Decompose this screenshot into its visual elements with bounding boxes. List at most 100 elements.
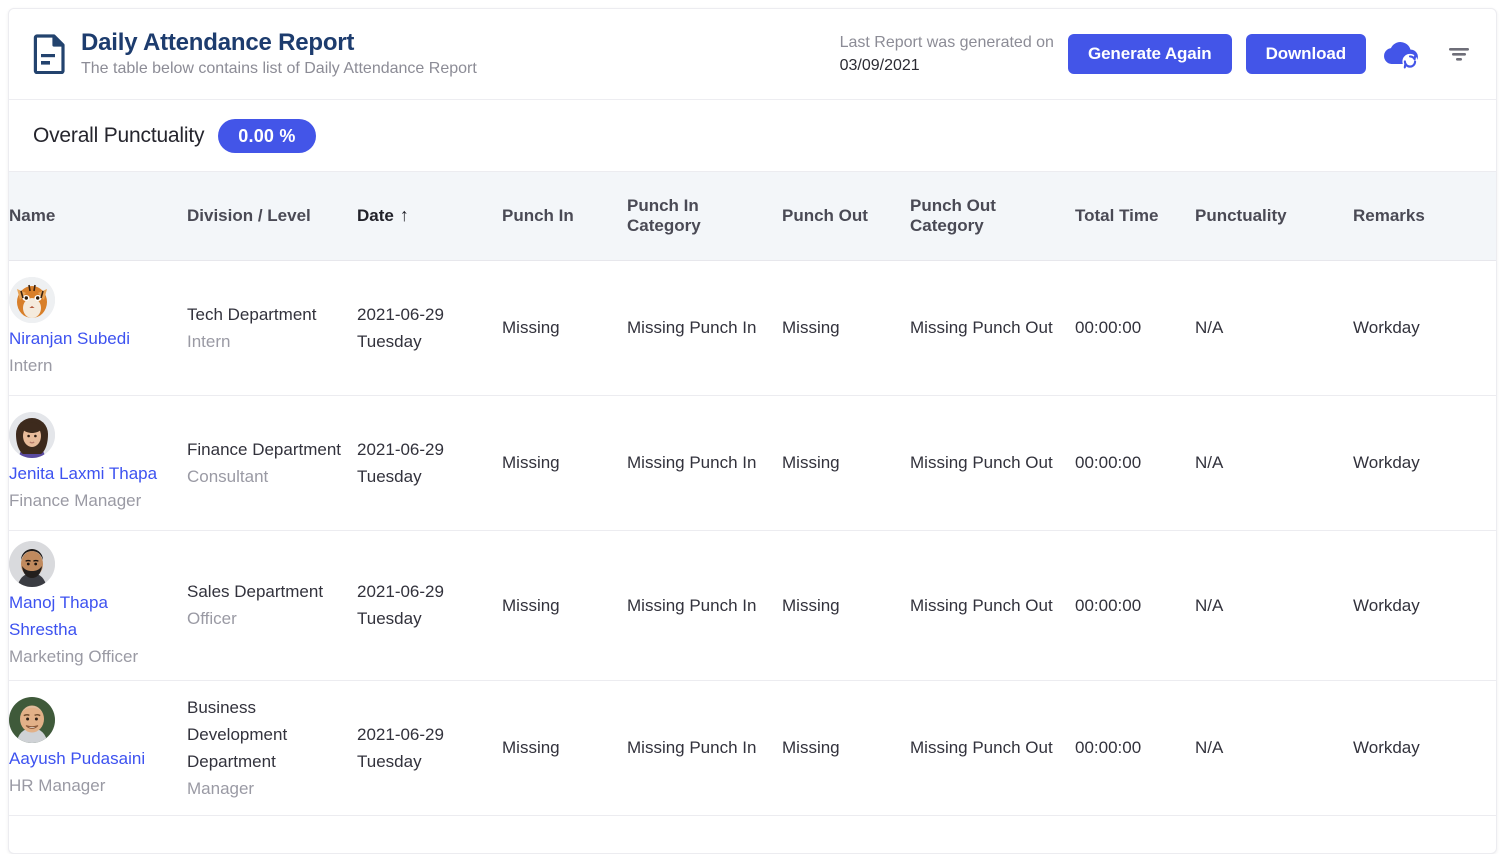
- cell-date: 2021-06-29 Tuesday: [357, 680, 502, 816]
- overall-punctuality-bar: Overall Punctuality 0.00 %: [9, 100, 1496, 172]
- cell-punch-in-category: Missing Punch In: [627, 260, 782, 396]
- cell-name: Niranjan Subedi Intern: [9, 260, 187, 396]
- employee-role: Marketing Officer: [9, 646, 139, 666]
- overall-punctuality-badge: 0.00 %: [218, 118, 316, 153]
- cell-name: Manoj Thapa Shrestha Marketing Officer: [9, 530, 187, 681]
- filter-icon[interactable]: [1444, 39, 1474, 69]
- cell-remarks: Workday: [1353, 395, 1496, 531]
- column-header-division-level[interactable]: Division / Level: [187, 172, 357, 261]
- cell-date: 2021-06-29 Tuesday: [357, 530, 502, 681]
- column-header-punctuality[interactable]: Punctuality: [1195, 172, 1353, 261]
- level-value: Officer: [187, 609, 237, 628]
- cell-punch-in: Missing: [502, 395, 627, 531]
- employee-role: Finance Manager: [9, 490, 142, 510]
- day-value: Tuesday: [357, 609, 422, 628]
- column-header-punch-in[interactable]: Punch In: [502, 172, 627, 261]
- employee-name-link[interactable]: Niranjan Subedi: [9, 325, 177, 352]
- column-header-punch-out-category[interactable]: Punch Out Category: [910, 172, 1075, 261]
- last-report-info: Last Report was generated on 03/09/2021: [840, 31, 1054, 77]
- table-row[interactable]: Niranjan Subedi Intern Tech Department Inte…: [9, 260, 1496, 396]
- cell-punch-in: Missing: [502, 530, 627, 681]
- division-value: Sales Department: [187, 582, 324, 601]
- table-row[interactable]: Aayush Pudasaini HR Manager Business Devel…: [9, 680, 1496, 816]
- avatar: [9, 411, 55, 458]
- table-header: Name Division / Level Date ↑ Punch In Pun…: [9, 172, 1496, 261]
- date-value: 2021-06-29: [357, 304, 444, 324]
- cell-punch-out: Missing: [782, 260, 910, 396]
- cell-punch-in-category: Missing Punch In: [627, 530, 782, 681]
- date-value: 2021-06-29: [357, 724, 444, 744]
- last-report-label: Last Report was generated on: [839, 34, 1054, 51]
- avatar: [9, 696, 55, 743]
- report-card: Daily Attendance Report The table below …: [8, 8, 1497, 854]
- page-title: Daily Attendance Report: [81, 29, 355, 56]
- day-value: Tuesday: [357, 751, 422, 771]
- cell-division-level: Tech Department Intern: [187, 260, 357, 396]
- avatar: [9, 540, 55, 587]
- overall-punctuality-label: Overall Punctuality: [33, 123, 205, 147]
- date-value: 2021-06-29: [357, 439, 444, 459]
- cloud-sync-icon[interactable]: [1380, 37, 1422, 71]
- table-body: Niranjan Subedi Intern Tech Department Inte…: [9, 260, 1496, 816]
- cell-punctuality: N/A: [1195, 530, 1353, 681]
- cell-division-level: Finance Department Consultant: [187, 395, 357, 531]
- cell-punch-in: Missing: [502, 680, 627, 816]
- last-report-date: 03/09/2021: [839, 57, 920, 74]
- cell-division-level: Business Development Department Manager: [187, 680, 357, 816]
- day-value: Tuesday: [357, 466, 422, 486]
- page-root: Daily Attendance Report The table below …: [0, 0, 1505, 854]
- division-value: Tech Department: [187, 304, 317, 324]
- table-header-row: Name Division / Level Date ↑ Punch In Pun…: [9, 172, 1496, 261]
- cell-punctuality: N/A: [1195, 260, 1353, 396]
- sort-arrow-icon: ↑: [399, 205, 409, 226]
- table-row[interactable]: Manoj Thapa Shrestha Marketing Officer Sal…: [9, 530, 1496, 681]
- table-row[interactable]: Jenita Laxmi Thapa Finance Manager Finance…: [9, 395, 1496, 531]
- cell-punch-out-category: Missing Punch Out: [910, 680, 1075, 816]
- cell-punch-out: Missing: [782, 530, 910, 681]
- division-value: Business Development Department: [187, 697, 288, 771]
- cell-punch-in-category: Missing Punch In: [627, 395, 782, 531]
- cell-total-time: 00:00:00: [1075, 395, 1195, 531]
- cell-punch-out: Missing: [782, 680, 910, 816]
- cell-punch-out: Missing: [782, 395, 910, 531]
- column-header-punch-in-category[interactable]: Punch In Category: [627, 172, 782, 261]
- cell-punch-out-category: Missing Punch Out: [910, 530, 1075, 681]
- cell-total-time: 00:00:00: [1075, 530, 1195, 681]
- title-block: Daily Attendance Report The table below …: [81, 29, 477, 79]
- level-value: Consultant: [187, 466, 269, 486]
- employee-role: HR Manager: [9, 775, 106, 795]
- cell-punch-out-category: Missing Punch Out: [910, 260, 1075, 396]
- column-header-date-label: Date: [357, 206, 394, 226]
- cell-punch-in-category: Missing Punch In: [627, 680, 782, 816]
- column-header-date[interactable]: Date ↑: [357, 172, 502, 261]
- cell-punch-in: Missing: [502, 260, 627, 396]
- employee-name-link[interactable]: Aayush Pudasaini: [9, 745, 177, 772]
- cell-remarks: Workday: [1353, 530, 1496, 681]
- level-value: Intern: [187, 331, 231, 351]
- generate-again-button[interactable]: Generate Again: [1067, 34, 1232, 74]
- cell-name: Jenita Laxmi Thapa Finance Manager: [9, 395, 187, 531]
- cell-division-level: Sales Department Officer: [187, 530, 357, 681]
- cell-punch-out-category: Missing Punch Out: [910, 395, 1075, 531]
- cell-punctuality: N/A: [1195, 395, 1353, 531]
- cell-total-time: 00:00:00: [1075, 680, 1195, 816]
- cell-punctuality: N/A: [1195, 680, 1353, 816]
- avatar: [9, 276, 55, 323]
- cell-remarks: Workday: [1353, 260, 1496, 396]
- download-button[interactable]: Download: [1245, 34, 1366, 74]
- employee-name-link[interactable]: Jenita Laxmi Thapa: [9, 460, 177, 487]
- column-header-name[interactable]: Name: [9, 172, 187, 261]
- document-icon: [33, 34, 67, 75]
- employee-name-link[interactable]: Manoj Thapa Shrestha: [9, 589, 177, 643]
- cell-date: 2021-06-29 Tuesday: [357, 260, 502, 396]
- card-header: Daily Attendance Report The table below …: [9, 9, 1496, 100]
- cell-name: Aayush Pudasaini HR Manager: [9, 680, 187, 816]
- cell-date: 2021-06-29 Tuesday: [357, 395, 502, 531]
- column-header-punch-out[interactable]: Punch Out: [782, 172, 910, 261]
- column-header-total-time[interactable]: Total Time: [1075, 172, 1195, 261]
- cell-remarks: Workday: [1353, 680, 1496, 816]
- header-actions: Last Report was generated on 03/09/2021 …: [840, 31, 1474, 77]
- column-header-remarks[interactable]: Remarks: [1353, 172, 1496, 261]
- page-subtitle: The table below contains list of Daily A…: [81, 60, 477, 77]
- cell-total-time: 00:00:00: [1075, 260, 1195, 396]
